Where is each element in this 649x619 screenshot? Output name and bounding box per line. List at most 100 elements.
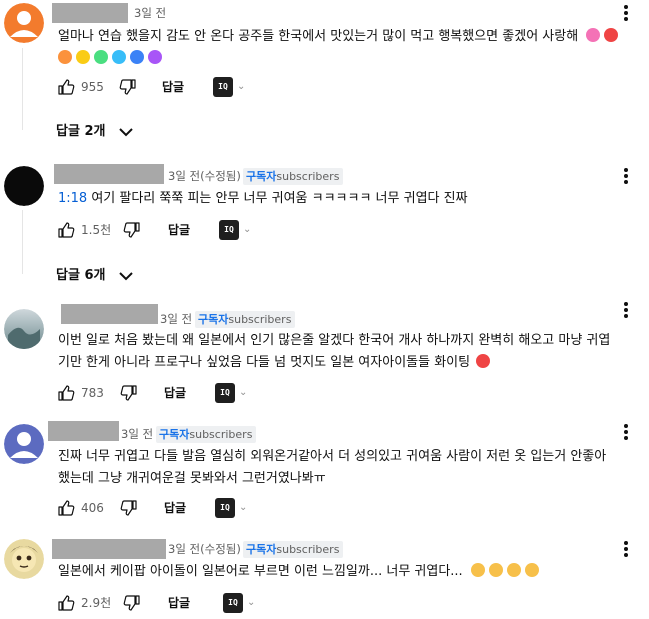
- heart-emoji-icon: [148, 50, 162, 64]
- author-name[interactable]: [48, 421, 119, 441]
- replies-count-label: 답글 2개: [56, 124, 106, 139]
- more-actions-icon[interactable]: [616, 298, 636, 322]
- comment-date[interactable]: 3일 전: [160, 309, 192, 329]
- reply-button[interactable]: 답글: [168, 218, 190, 242]
- comment-text: 얼마나 연습 했을지 감도 안 온다 공주들 한국에서 맛있는거 많이 먹고 행…: [58, 26, 638, 70]
- iq-extension-icon[interactable]: IQ: [215, 383, 235, 403]
- like-count: 2.9천: [81, 596, 112, 610]
- comment-text-line: 진짜 너무 귀엽고 다들 발음 열심히 외워온거같아서 더 성의있고 귀여움 사…: [58, 449, 607, 464]
- iq-extension-icon[interactable]: IQ: [215, 498, 235, 518]
- chevron-down-icon: [119, 128, 133, 137]
- heart-emoji-icon: [112, 50, 126, 64]
- heart-emoji-icon: [476, 354, 491, 368]
- comment-text: 진짜 너무 귀엽고 다들 발음 열심히 외워온거같아서 더 성의있고 귀여움 사…: [58, 446, 643, 490]
- badge-label-en: subscribers: [228, 313, 292, 326]
- more-actions-icon[interactable]: [616, 1, 636, 25]
- comment-text-line: 기만 한게 아니라 프로구나 싶었음 다들 넘 멋지도 일본 여자아이돌들 화이…: [58, 355, 471, 370]
- chevron-down-icon[interactable]: ⌄: [239, 496, 247, 520]
- reply-button[interactable]: 답글: [164, 496, 186, 520]
- reply-button[interactable]: 답글: [168, 591, 190, 615]
- replies-count-label: 답글 6개: [56, 268, 106, 283]
- thread-line: [22, 210, 23, 274]
- iq-extension-icon[interactable]: IQ: [223, 593, 243, 613]
- heart-emoji-icon: [130, 50, 144, 64]
- subscriber-badge: 구독자subscribers: [156, 426, 257, 443]
- like-icon[interactable]: [56, 381, 76, 403]
- comment-date[interactable]: 3일 전: [134, 3, 166, 23]
- like-count: 783: [81, 386, 104, 400]
- badge-label-en: subscribers: [276, 170, 340, 183]
- subscriber-badge: 구독자subscribers: [195, 311, 296, 328]
- subscriber-badge: 구독자subscribers: [243, 168, 344, 185]
- comment-date[interactable]: 3일 전: [121, 424, 153, 444]
- avatar[interactable]: [4, 166, 44, 206]
- badge-label-ko: 구독자: [198, 313, 229, 326]
- comment-date[interactable]: 3일 전(수정됨): [168, 166, 241, 186]
- comment-text-line: 했는데 그냥 개귀여운걸 못봐와서 그런거였나봐ㅠ: [58, 471, 326, 486]
- author-name[interactable]: [54, 164, 164, 184]
- comment-date[interactable]: 3일 전(수정됨): [168, 539, 241, 559]
- comment-actions: 406 답글 IQ ⌄: [56, 496, 276, 520]
- heart-emoji-icon: [604, 28, 619, 42]
- more-actions-icon[interactable]: [616, 537, 636, 561]
- badge-label-en: subscribers: [276, 543, 340, 556]
- chevron-down-icon[interactable]: ⌄: [243, 218, 251, 242]
- heart-emoji-icon: [76, 50, 90, 64]
- avatar[interactable]: [4, 539, 44, 579]
- chevron-down-icon[interactable]: ⌄: [239, 381, 247, 405]
- heart-emoji-icon: [586, 28, 601, 42]
- view-replies-button[interactable]: 답글 2개: [56, 119, 156, 145]
- chevron-down-icon[interactable]: ⌄: [247, 591, 255, 615]
- like-count: 955: [81, 80, 104, 94]
- chevron-down-icon[interactable]: ⌄: [237, 75, 245, 99]
- comment-actions: 955 답글 IQ ⌄: [56, 75, 276, 99]
- like-count: 1.5천: [81, 223, 112, 237]
- pleading-face-emoji-icon: [506, 563, 521, 577]
- timestamp-link[interactable]: 1:18: [58, 191, 87, 206]
- comment-text: 일본에서 케이팝 아이돌이 일본어로 부르면 이런 느낌일까... 너무 귀엽다…: [58, 561, 643, 583]
- reply-button[interactable]: 답글: [162, 75, 184, 99]
- more-actions-icon[interactable]: [616, 420, 636, 444]
- comment-text-line: 이번 일로 처음 봤는데 왜 일본에서 인기 많은줄 알겠다 한국어 개사 하나…: [58, 333, 611, 348]
- pleading-face-emoji-icon: [524, 563, 539, 577]
- like-icon[interactable]: [56, 75, 76, 97]
- comment-text-line: 얼마나 연습 했을지 감도 안 온다 공주들 한국에서 맛있는거 많이 먹고 행…: [58, 29, 579, 44]
- like-icon[interactable]: [56, 218, 76, 240]
- avatar[interactable]: [4, 309, 44, 349]
- like-icon[interactable]: [56, 591, 76, 613]
- dislike-icon[interactable]: [119, 496, 139, 518]
- comment-text: 이번 일로 처음 봤는데 왜 일본에서 인기 많은줄 알겠다 한국어 개사 하나…: [58, 330, 643, 374]
- dislike-icon[interactable]: [122, 218, 142, 240]
- author-name[interactable]: [52, 539, 166, 559]
- heart-emoji-icon: [58, 50, 72, 64]
- author-name[interactable]: [61, 304, 158, 324]
- comment-text-line: 여기 팔다리 쭉쭉 피는 안무 너무 귀여움 ㅋㅋㅋㅋㅋ 너무 귀엽다 진짜: [87, 191, 468, 206]
- iq-extension-icon[interactable]: IQ: [219, 220, 239, 240]
- pleading-face-emoji-icon: [488, 563, 503, 577]
- comment-actions: 783 답글 IQ ⌄: [56, 381, 276, 405]
- badge-label-ko: 구독자: [246, 543, 277, 556]
- avatar[interactable]: [4, 3, 44, 43]
- subscriber-badge: 구독자subscribers: [243, 541, 344, 558]
- author-name[interactable]: [52, 3, 128, 23]
- dislike-icon[interactable]: [122, 591, 142, 613]
- heart-emoji-icon: [94, 50, 108, 64]
- iq-extension-icon[interactable]: IQ: [213, 77, 233, 97]
- comment-text: 1:18 여기 팔다리 쭉쭉 피는 안무 너무 귀여움 ㅋㅋㅋㅋㅋ 너무 귀엽다…: [58, 188, 638, 210]
- more-actions-icon[interactable]: [616, 164, 636, 188]
- comment-text-line: 일본에서 케이팝 아이돌이 일본어로 부르면 이런 느낌일까... 너무 귀엽다…: [58, 564, 463, 579]
- pleading-face-emoji-icon: [470, 563, 485, 577]
- avatar[interactable]: [4, 424, 44, 464]
- like-icon[interactable]: [56, 496, 76, 518]
- reply-button[interactable]: 답글: [164, 381, 186, 405]
- badge-label-en: subscribers: [189, 428, 253, 441]
- thread-line: [22, 48, 23, 130]
- like-count: 406: [81, 501, 104, 515]
- view-replies-button[interactable]: 답글 6개: [56, 263, 156, 289]
- dislike-icon[interactable]: [118, 75, 138, 97]
- dislike-icon[interactable]: [119, 381, 139, 403]
- comment-actions: 2.9천 답글 IQ ⌄: [56, 591, 276, 615]
- chevron-down-icon: [119, 272, 133, 281]
- badge-label-ko: 구독자: [246, 170, 277, 183]
- badge-label-ko: 구독자: [159, 428, 190, 441]
